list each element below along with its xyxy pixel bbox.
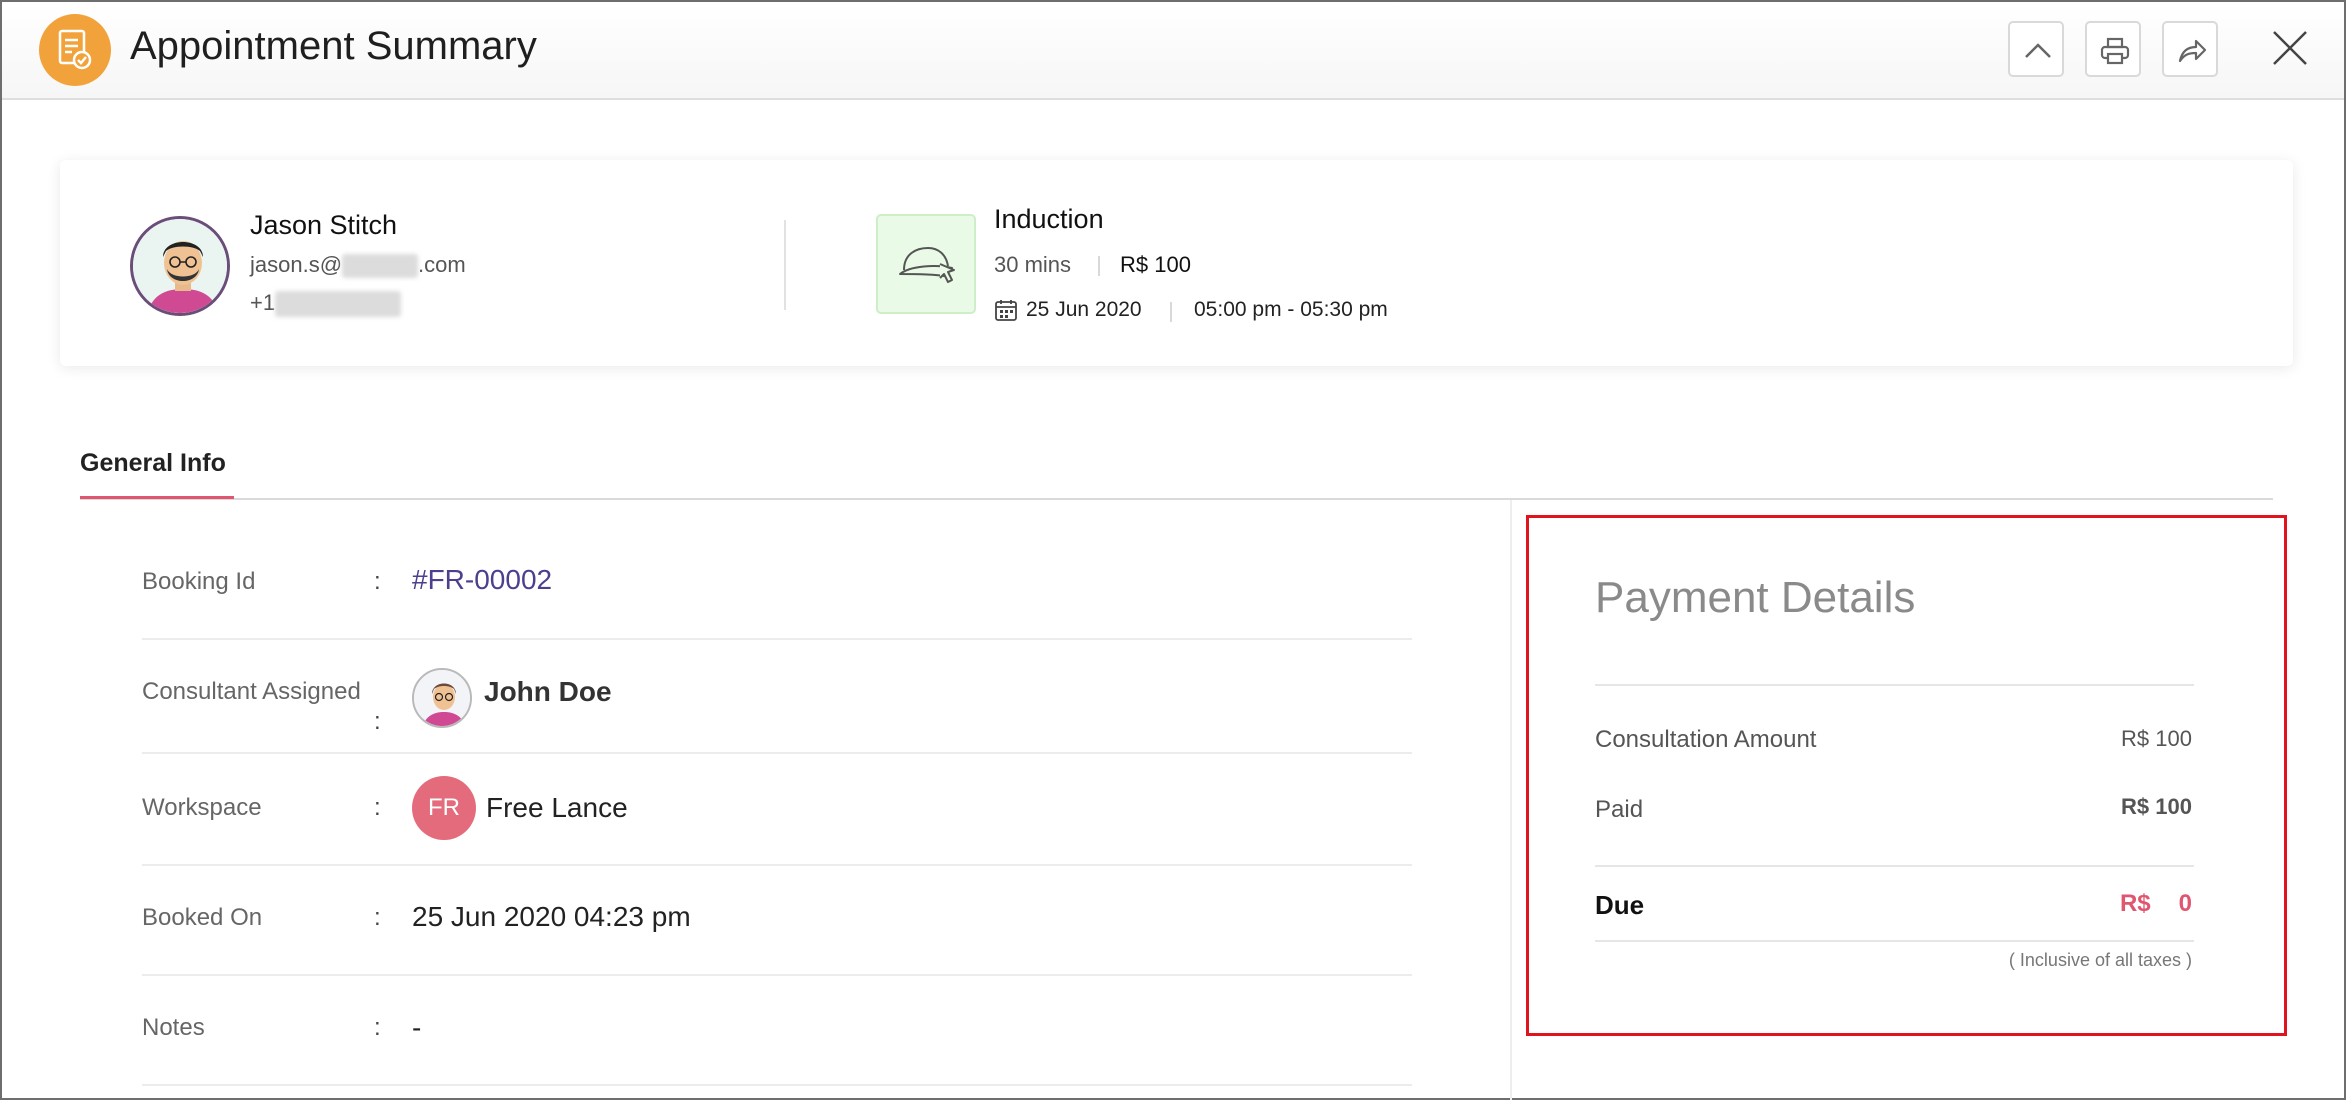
colon: : (374, 1014, 381, 1041)
collapse-button[interactable] (2008, 21, 2064, 77)
booking-id-label: Booking Id (142, 568, 256, 595)
printer-icon (2100, 37, 2130, 65)
customer-email-suffix: .com (418, 252, 466, 277)
close-button[interactable] (2270, 28, 2310, 68)
document-check-icon (39, 14, 111, 86)
tab-bar-line (80, 498, 2273, 500)
service-date: 25 Jun 2020 (1026, 298, 1142, 321)
service-time: 05:00 pm - 05:30 pm (1194, 298, 1388, 321)
row-divider (142, 974, 1412, 976)
text-separator (1098, 256, 1100, 276)
consultant-label: Consultant Assigned (142, 678, 361, 705)
row-divider (142, 1084, 1412, 1086)
tax-note: ( Inclusive of all taxes ) (2008, 950, 2192, 970)
cap-icon (899, 246, 955, 283)
booked-on-label: Booked On (142, 904, 263, 931)
payment-divider (1595, 940, 2194, 942)
customer-email-prefix: jason.s@ (250, 252, 343, 277)
row-divider (142, 752, 1412, 754)
tab-general-info[interactable]: General Info (80, 449, 226, 478)
booked-on-value: 25 Jun 2020 04:23 pm (412, 901, 691, 932)
due-value: R$ 0 (2120, 890, 2192, 918)
customer-avatar (130, 216, 230, 316)
payment-divider (1595, 684, 2194, 686)
text-separator (1170, 302, 1172, 322)
customer-phone: +1 (250, 290, 402, 318)
print-button[interactable] (2085, 21, 2141, 77)
share-button[interactable] (2162, 21, 2218, 77)
due-label: Due (1595, 890, 1645, 920)
workspace-badge: FR (412, 776, 476, 840)
colon: : (374, 568, 381, 595)
service-duration: 30 mins (994, 252, 1072, 277)
service-price: R$ 100 (1120, 252, 1191, 277)
service-name: Induction (994, 204, 1104, 234)
appointment-card: Jason Stitch jason.s@ .com +1 Induction 3… (60, 160, 2293, 366)
column-divider (1510, 500, 1512, 1100)
consultation-amount-value: R$ 100 (2121, 726, 2192, 751)
calendar-icon (994, 298, 1018, 327)
page-title: Appointment Summary (130, 24, 537, 68)
share-icon (2178, 39, 2207, 63)
booking-id-value[interactable]: #FR-00002 (412, 564, 552, 596)
consultant-avatar (412, 668, 472, 728)
customer-email: jason.s@ .com (250, 252, 466, 279)
redacted-phone-number (275, 291, 402, 318)
consultant-name: John Doe (484, 676, 612, 707)
payment-details-panel: Payment Details Consultation Amount R$ 1… (1526, 515, 2287, 1036)
notes-label: Notes (142, 1014, 205, 1041)
header-bar: Appointment Summary (2, 2, 2344, 100)
paid-label: Paid (1595, 796, 1644, 823)
consultation-amount-label: Consultation Amount (1595, 726, 1817, 753)
card-divider (784, 220, 786, 310)
colon: : (374, 904, 381, 931)
service-icon-box (876, 214, 976, 314)
appointment-summary-window: Appointment Summary Jason Stitch jason.s… (0, 0, 2346, 1100)
payment-details-title: Payment Details (1595, 573, 1916, 622)
customer-phone-prefix: +1 (250, 290, 276, 315)
customer-name: Jason Stitch (250, 210, 398, 240)
notes-value: - (412, 1012, 422, 1043)
due-amount: 0 (2178, 890, 2192, 917)
due-currency: R$ (2119, 890, 2151, 917)
row-divider (142, 864, 1412, 866)
paid-value: R$ 100 (2121, 794, 2192, 819)
workspace-name: Free Lance (486, 792, 628, 823)
payment-divider (1595, 865, 2194, 867)
active-tab-indicator (80, 496, 234, 499)
workspace-label: Workspace (142, 794, 262, 821)
close-icon (2273, 31, 2307, 65)
chevron-up-icon (2025, 43, 2051, 58)
redacted-email-domain (342, 254, 419, 279)
colon: : (374, 794, 381, 821)
row-divider (142, 638, 1412, 640)
colon: : (374, 708, 381, 735)
